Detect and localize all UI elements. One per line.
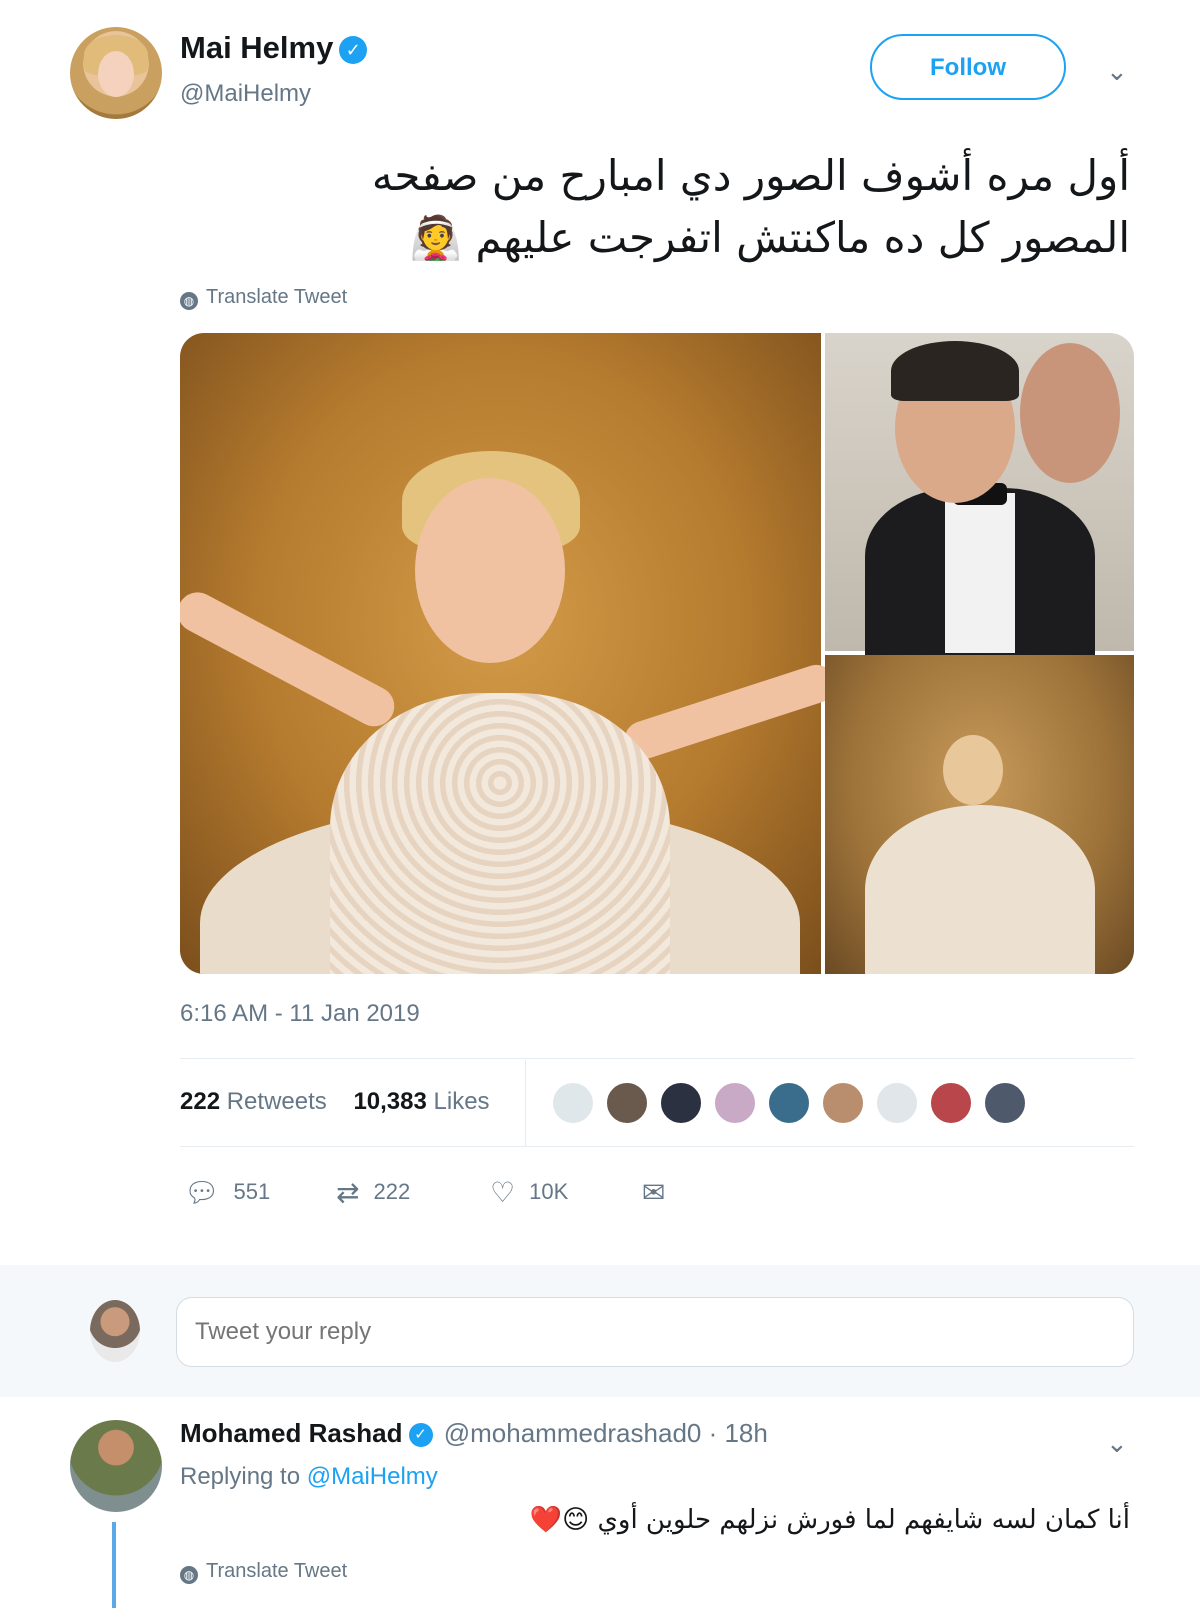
photo-head-shape (943, 735, 1003, 805)
thread-line (112, 1522, 116, 1608)
verified-icon: ✓ (408, 1423, 433, 1448)
tweet-text-line-2: المصور كل ده ماكنتش اتفرجت عليهم (475, 213, 1130, 262)
reply-action[interactable]: 💬︎ 551 (184, 1176, 270, 1209)
likes-label[interactable]: Likes (434, 1088, 490, 1115)
reply-text-body: أنا كمان لسه شايفهم لما فورش نزلهم حلوين… (597, 1505, 1130, 1535)
photo-head-shape (415, 478, 565, 663)
envelope-icon: ✉ (642, 1177, 666, 1208)
replying-to-label: Replying to (180, 1463, 301, 1490)
liker-avatar[interactable] (875, 1081, 919, 1125)
likes-count[interactable]: 10,383 (353, 1088, 426, 1115)
replying-to-link[interactable]: @MaiHelmy (307, 1463, 438, 1490)
tweet-timestamp[interactable]: 6:16 AM - 11 Jan 2019 (180, 1000, 420, 1028)
translate-label[interactable]: Translate Tweet (206, 1560, 347, 1582)
liker-avatar[interactable] (983, 1081, 1027, 1125)
like-action[interactable]: ♡ 10K (490, 1176, 568, 1209)
follow-button[interactable]: Follow (870, 34, 1066, 100)
reply-count: 551 (233, 1179, 271, 1204)
liker-avatar[interactable] (821, 1081, 865, 1125)
reply-input-box[interactable] (176, 1297, 1137, 1367)
replying-to: Replying to @MaiHelmy (180, 1463, 438, 1491)
retweets-count[interactable]: 222 (180, 1088, 220, 1115)
heart-icon: ♡ (490, 1177, 516, 1208)
retweet-count: 222 (373, 1179, 411, 1204)
tweet-text-line: أول مره أشوف الصور دي امبارح من صفحه (371, 151, 1130, 200)
liker-avatar[interactable] (767, 1081, 811, 1125)
reply-author-name[interactable]: Mohamed Rashad (180, 1418, 403, 1448)
reply-author-avatar[interactable] (70, 1420, 162, 1512)
globe-icon: ◍ (180, 292, 198, 310)
likes-stat[interactable]: 10,383 Likes (353, 1088, 489, 1115)
author-handle[interactable]: @MaiHelmy (180, 80, 311, 108)
translate-tweet-link[interactable]: ◍ Translate Tweet (180, 286, 347, 310)
retweet-action[interactable]: ⇄ 222 (336, 1176, 410, 1209)
photo-hair-shape (891, 341, 1019, 401)
reply-author-row: Mohamed Rashad ✓ @mohammedrashad0 · 18h (180, 1418, 768, 1449)
bride-emoji: 👰 (409, 213, 463, 262)
photo-bride-full[interactable] (825, 655, 1134, 974)
author-name-row[interactable]: Mai Helmy ✓ (180, 30, 368, 66)
direct-message-action[interactable]: ✉ (642, 1176, 679, 1209)
reply-author-handle[interactable]: @mohammedrashad0 · 18h (444, 1418, 768, 1448)
divider (180, 1146, 1134, 1147)
chevron-down-icon[interactable]: ⌄ (1106, 56, 1128, 87)
globe-icon: ◍ (180, 1566, 198, 1584)
photo-arm-shape (619, 659, 841, 765)
tweet-media-grid (180, 333, 1134, 974)
reply-icon: 💬︎ (184, 1177, 220, 1208)
chevron-down-icon[interactable]: ⌄ (1106, 1428, 1128, 1459)
liker-avatar[interactable] (551, 1081, 595, 1125)
translate-tweet-link[interactable]: ◍ Translate Tweet (180, 1560, 347, 1584)
tweet-text: أول مره أشوف الصور دي امبارح من صفحه الم… (180, 145, 1130, 269)
retweet-icon: ⇄ (336, 1177, 360, 1208)
photo-gown-shape (865, 805, 1095, 974)
author-avatar[interactable] (70, 27, 162, 119)
reply-emojis: 😊❤️ (529, 1505, 590, 1535)
photo-helper-shape (1020, 343, 1120, 483)
stats-separator (525, 1060, 526, 1146)
liker-avatar[interactable] (605, 1081, 649, 1125)
liker-avatar[interactable] (659, 1081, 703, 1125)
photo-dress-shape (330, 693, 670, 974)
photo-shirt-shape (945, 493, 1015, 653)
reply-text: أنا كمان لسه شايفهم لما فورش نزلهم حلوين… (230, 1505, 1130, 1535)
divider (180, 1058, 1134, 1059)
translate-label[interactable]: Translate Tweet (206, 286, 347, 308)
reply-input[interactable] (193, 1317, 1137, 1347)
retweets-stat[interactable]: 222 Retweets (180, 1088, 327, 1115)
current-user-avatar[interactable] (90, 1300, 140, 1362)
tweet-stats: 222 Retweets 10,383 Likes (180, 1088, 490, 1116)
photo-bride-main[interactable] (180, 333, 841, 974)
liker-avatar[interactable] (929, 1081, 973, 1125)
retweets-label[interactable]: Retweets (227, 1088, 327, 1115)
photo-arm-shape (180, 585, 402, 734)
avatar-face (98, 51, 134, 97)
author-name[interactable]: Mai Helmy (180, 30, 333, 65)
verified-icon: ✓ (339, 35, 368, 64)
tweet-text-line: المصور كل ده ماكنتش اتفرجت عليهم 👰 (180, 207, 1130, 269)
like-count: 10K (529, 1179, 569, 1204)
photo-groom[interactable] (825, 333, 1134, 658)
liker-avatar[interactable] (713, 1081, 757, 1125)
